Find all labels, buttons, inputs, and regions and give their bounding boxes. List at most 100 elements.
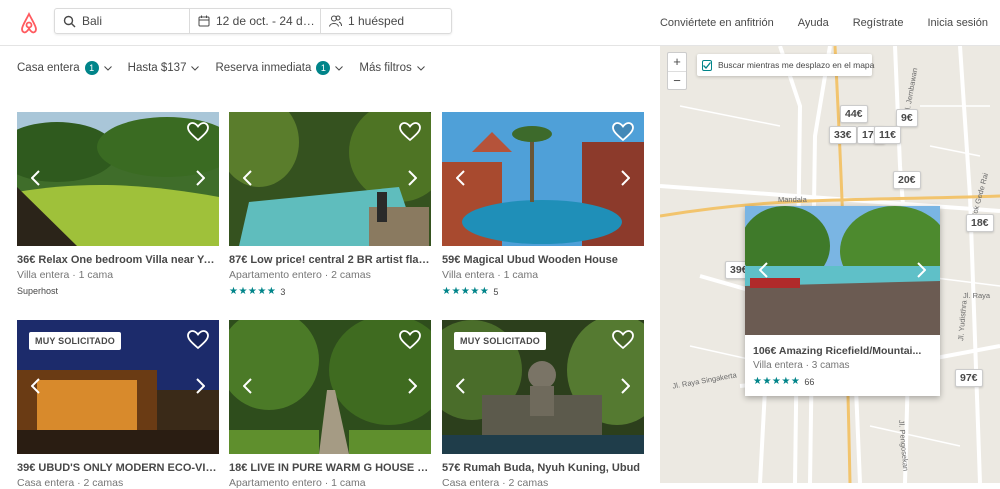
listing-subtitle: Casa entera · 2 camas: [442, 477, 549, 489]
listing-subtitle: Villa entera · 1 cama: [17, 269, 114, 281]
popular-badge: MUY SOLICITADO: [454, 332, 546, 350]
filter-count-badge: 1: [84, 61, 99, 75]
heart-icon[interactable]: [187, 122, 209, 142]
review-count: 66: [804, 376, 815, 387]
listing-photo[interactable]: [17, 112, 219, 246]
chevron-right-icon[interactable]: [621, 170, 630, 186]
chevron-left-icon[interactable]: [759, 262, 768, 278]
price-pin[interactable]: 97€: [955, 369, 983, 387]
review-count: 5: [493, 286, 499, 297]
popup-title[interactable]: 106€ Amazing Ricefield/Mountai...: [753, 345, 932, 357]
map-zoom-control: + −: [667, 52, 687, 90]
listing-card[interactable]: MUY SOLICITADO 39€ UBUD'S ONLY MODERN EC…: [17, 320, 219, 489]
price-pin[interactable]: 44€: [840, 105, 868, 123]
chevron-right-icon[interactable]: [408, 170, 417, 186]
zoom-out-button[interactable]: −: [668, 71, 686, 89]
listing-card[interactable]: 59€ Magical Ubud Wooden House Villa ente…: [442, 112, 644, 297]
zoom-in-button[interactable]: +: [668, 53, 686, 71]
dates-value: 12 de oct. - 24 de o...: [216, 14, 320, 28]
filter-label: Casa entera: [17, 62, 80, 74]
map-listing-popup[interactable]: 106€ Amazing Ricefield/Mountai... Villa …: [745, 206, 940, 396]
chevron-right-icon[interactable]: [196, 170, 205, 186]
search-icon: [63, 15, 76, 27]
listing-title[interactable]: 36€ Relax One bedroom Villa near Yog...: [17, 254, 219, 266]
heart-icon[interactable]: [399, 122, 421, 142]
heart-icon[interactable]: [612, 122, 634, 142]
price-pin[interactable]: 20€: [893, 171, 921, 189]
login-link[interactable]: Inicia sesión: [927, 17, 988, 29]
filter-count-badge: 1: [316, 61, 331, 75]
top-nav: Conviértete en anfitrión Ayuda Regístrat…: [636, 17, 988, 29]
chevron-down-icon: [416, 65, 425, 71]
filter-instant-book[interactable]: Reserva inmediata 1: [215, 61, 344, 75]
help-link[interactable]: Ayuda: [798, 17, 829, 29]
popup-subtitle: Villa entera · 3 camas: [753, 360, 850, 371]
listing-card[interactable]: 36€ Relax One bedroom Villa near Yog... …: [17, 112, 219, 296]
listing-title[interactable]: 59€ Magical Ubud Wooden House: [442, 254, 644, 266]
chevron-left-icon[interactable]: [456, 378, 465, 394]
filter-price[interactable]: Hasta $137: [128, 61, 200, 75]
chevron-left-icon[interactable]: [31, 170, 40, 186]
chevron-right-icon[interactable]: [196, 378, 205, 394]
checkbox[interactable]: [702, 59, 712, 71]
star-rating-icon: ★★★★★: [442, 286, 490, 297]
listing-rating: ★★★★★ 5: [442, 286, 644, 297]
map-label: Mandala: [778, 195, 807, 204]
filter-more[interactable]: Más filtros: [359, 61, 425, 75]
map-label: Jl. Raya: [963, 291, 991, 300]
listing-title[interactable]: 18€ LIVE IN PURE WARM G HOUSE 1B...: [229, 462, 431, 474]
superhost-label: Superhost: [17, 286, 59, 296]
price-pin[interactable]: 18€: [966, 214, 994, 232]
chevron-left-icon[interactable]: [31, 378, 40, 394]
listing-card[interactable]: 87€ Low price! central 2 BR artist flat …: [229, 112, 431, 297]
check-icon: [703, 61, 711, 69]
price-pin[interactable]: 33€: [829, 126, 857, 144]
chevron-left-icon[interactable]: [243, 170, 252, 186]
chevron-right-icon[interactable]: [621, 378, 630, 394]
listing-title[interactable]: 57€ Rumah Buda, Nyuh Kuning, Ubud: [442, 462, 644, 474]
calendar-icon: [198, 15, 210, 27]
listing-title[interactable]: 87€ Low price! central 2 BR artist flat …: [229, 254, 431, 266]
guests-icon: [329, 15, 342, 27]
filter-bar: Casa entera 1 Hasta $137 Reserva inmedia…: [17, 61, 441, 75]
search-as-move-toggle[interactable]: Buscar mientras me desplazo en el mapa: [697, 54, 875, 76]
chevron-right-icon[interactable]: [408, 378, 417, 394]
listing-photo[interactable]: MUY SOLICITADO: [442, 320, 644, 454]
listing-card[interactable]: MUY SOLICITADO 57€ Rumah Buda, Nyuh Kuni…: [442, 320, 644, 489]
listing-photo[interactable]: MUY SOLICITADO: [17, 320, 219, 454]
listing-card[interactable]: 18€ LIVE IN PURE WARM G HOUSE 1B... Apar…: [229, 320, 431, 489]
guests-value: 1 huésped: [348, 14, 405, 28]
listing-meta: Superhost: [17, 286, 219, 296]
chevron-down-icon: [335, 65, 344, 71]
star-rating-icon: ★★★★★: [229, 286, 277, 297]
listing-subtitle: Apartamento entero · 2 camas: [229, 269, 371, 281]
listing-photo[interactable]: [442, 112, 644, 246]
heart-icon[interactable]: [399, 330, 421, 350]
price-pin[interactable]: 9€: [896, 109, 918, 127]
listing-title[interactable]: 39€ UBUD'S ONLY MODERN ECO-VIL...: [17, 462, 219, 474]
chevron-left-icon[interactable]: [243, 378, 252, 394]
heart-icon[interactable]: [187, 330, 209, 350]
dates-field[interactable]: 12 de oct. - 24 de o...: [189, 9, 320, 33]
filter-label: Hasta $137: [127, 62, 187, 74]
location-field[interactable]: Bali: [55, 9, 189, 33]
listing-rating: ★★★★★ 3: [229, 286, 431, 297]
chevron-down-icon: [103, 65, 112, 71]
top-header: Bali 12 de oct. - 24 de o... 1 huésped C…: [0, 0, 1000, 46]
listing-photo[interactable]: [229, 320, 431, 454]
chevron-left-icon[interactable]: [456, 170, 465, 186]
become-host-link[interactable]: Conviértete en anfitrión: [660, 17, 774, 29]
guests-field[interactable]: 1 huésped: [320, 9, 451, 33]
price-pin[interactable]: 11€: [874, 126, 901, 144]
listing-subtitle: Villa entera · 1 cama: [442, 269, 539, 281]
filter-label: Reserva inmediata: [215, 62, 312, 74]
search-as-move-label: Buscar mientras me desplazo en el mapa: [718, 60, 875, 70]
filter-home-type[interactable]: Casa entera 1: [17, 61, 112, 75]
search-bar[interactable]: Bali 12 de oct. - 24 de o... 1 huésped: [54, 8, 452, 34]
popup-photo[interactable]: [745, 206, 940, 335]
listing-photo[interactable]: [229, 112, 431, 246]
airbnb-logo-icon[interactable]: [17, 11, 41, 35]
heart-icon[interactable]: [612, 330, 634, 350]
chevron-right-icon[interactable]: [917, 262, 926, 278]
signup-link[interactable]: Regístrate: [853, 17, 904, 29]
